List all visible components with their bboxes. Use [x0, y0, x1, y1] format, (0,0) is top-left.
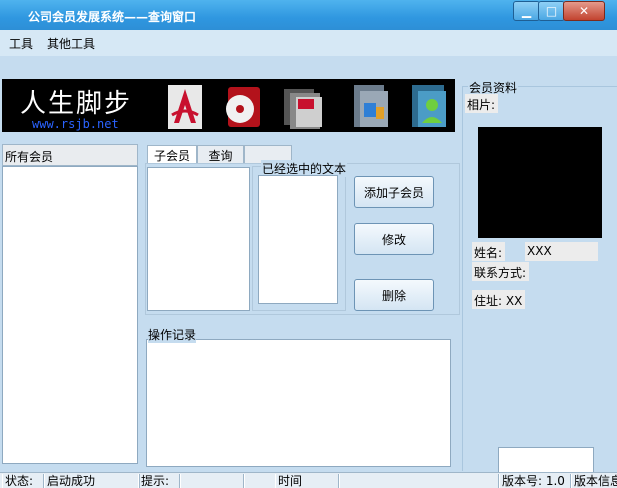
- operation-log-label: 操作记录: [148, 326, 197, 343]
- member-photo: [478, 127, 602, 238]
- maximize-button[interactable]: □: [538, 1, 565, 21]
- tab-child-members[interactable]: 子会员: [147, 145, 197, 164]
- contacts-folder-icon: [412, 85, 446, 127]
- add-child-member-button[interactable]: 添加子会员: [354, 176, 434, 208]
- media-disc-icon: [226, 87, 260, 127]
- title-bar: 公司会员发展系统——查询窗口 ▁ □ ✕: [0, 0, 617, 30]
- acrobat-icon: [168, 85, 202, 129]
- tab-query[interactable]: 查询: [197, 145, 244, 164]
- time-value: [339, 474, 499, 488]
- menu-bar: 工具 其他工具: [0, 30, 617, 56]
- tip-label: 提示:: [138, 474, 180, 488]
- name-label: 姓名:: [472, 242, 506, 261]
- members-list[interactable]: [2, 166, 138, 464]
- address-label: 住址: XX: [472, 290, 526, 309]
- banner-url: www.rsjb.net: [32, 117, 119, 131]
- status-blank: [244, 474, 276, 488]
- child-members-list[interactable]: [147, 167, 250, 311]
- close-icon: ✕: [578, 4, 590, 18]
- version-info-label: 版本信息: [571, 474, 617, 488]
- time-label: 时间: [275, 474, 339, 488]
- menu-item-other-tools[interactable]: 其他工具: [47, 35, 95, 52]
- menu-item-tools[interactable]: 工具: [9, 35, 33, 52]
- tab-query-label: 查询: [208, 148, 233, 163]
- folder-stack-icon: [284, 89, 322, 129]
- document-folder-icon: [354, 85, 388, 127]
- window-title: 公司会员发展系统——查询窗口: [28, 10, 197, 24]
- minimize-icon: ▁: [521, 4, 532, 18]
- maximize-icon: □: [545, 4, 558, 18]
- version-label: 版本号: 1.0: [499, 474, 571, 488]
- tip-value: [180, 474, 244, 488]
- contact-label: 联系方式:: [472, 262, 530, 281]
- selected-text-list[interactable]: [258, 175, 338, 304]
- name-value: XXX: [525, 242, 598, 261]
- close-button[interactable]: ✕: [563, 1, 605, 21]
- edit-button[interactable]: 修改: [354, 223, 434, 255]
- status-label: 状态:: [2, 474, 44, 488]
- operation-log[interactable]: [146, 339, 451, 467]
- minimize-button[interactable]: ▁: [513, 1, 540, 21]
- tab-child-members-label: 子会员: [153, 148, 190, 163]
- photo-label: 相片:: [465, 94, 499, 113]
- status-value: 启动成功: [44, 474, 140, 488]
- delete-button[interactable]: 删除: [354, 279, 434, 311]
- info-blank-box: [498, 447, 594, 475]
- banner: 人生脚步 www.rsjb.net: [2, 79, 455, 132]
- all-members-label: 所有会员: [5, 150, 54, 164]
- status-bar: 状态: 启动成功 提示: 时间 版本号: 1.0 版本信息: [0, 472, 617, 488]
- all-members-header: 所有会员: [2, 144, 138, 166]
- banner-title: 人生脚步: [20, 89, 133, 119]
